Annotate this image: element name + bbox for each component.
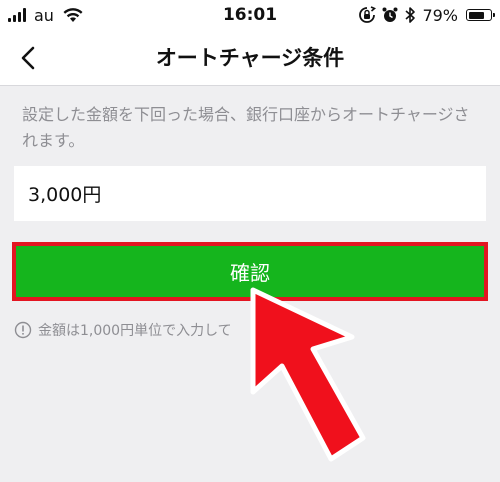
amount-input[interactable] [14, 166, 486, 221]
battery-percent: 79% [422, 5, 458, 25]
info-circle-icon [14, 321, 32, 339]
back-button[interactable] [8, 38, 48, 78]
battery-icon [466, 9, 495, 21]
bluetooth-icon [405, 7, 416, 23]
nav-bar: オートチャージ条件 [0, 30, 500, 86]
confirm-button[interactable]: 確認 [12, 242, 488, 301]
amount-note: 金額は1,000円単位で入力して [14, 320, 232, 340]
status-right: 79% [358, 0, 495, 30]
note-text: 金額は1,000円単位で入力して [38, 323, 232, 339]
page-title: オートチャージ条件 [155, 46, 345, 70]
chevron-left-icon [21, 46, 35, 70]
rotation-lock-icon [359, 6, 377, 23]
auto-charge-screen: au 16:01 79% オートチャージ条件 設定した金額を下回った場合、銀行口… [0, 0, 500, 482]
battery-fill [468, 11, 485, 19]
status-bar: au 16:01 79% [0, 0, 500, 30]
alarm-clock-icon [382, 7, 398, 22]
description-text: 設定した金額を下回った場合、銀行口座からオートチャージされます。 [22, 105, 470, 150]
